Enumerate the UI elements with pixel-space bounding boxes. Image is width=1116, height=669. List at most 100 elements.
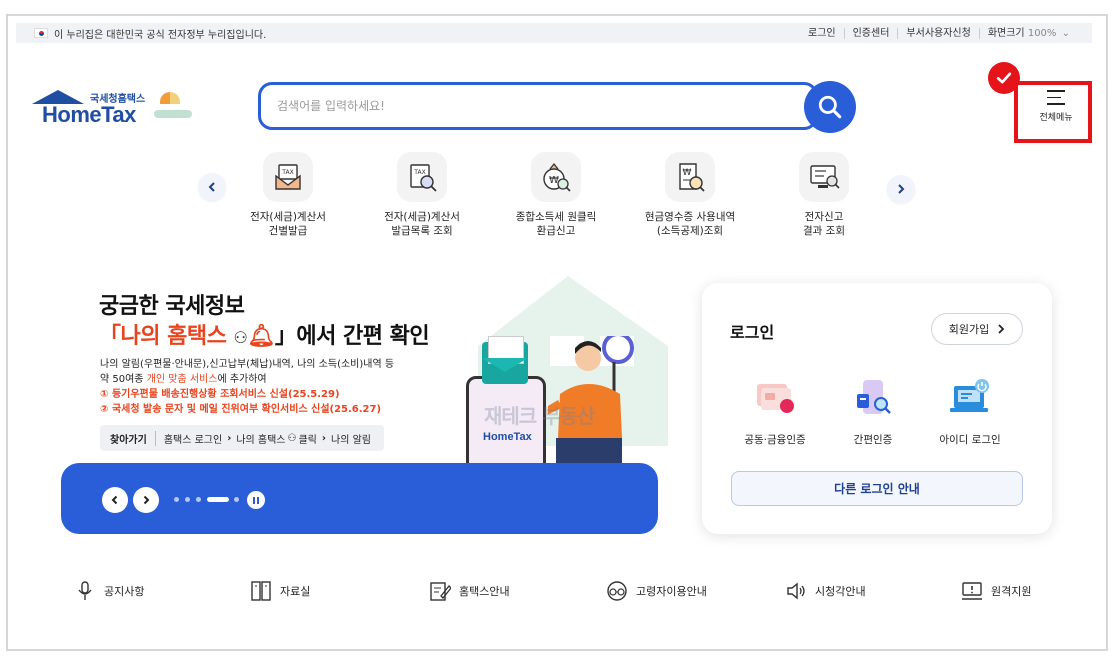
bottom-link-notice[interactable]: 공지사항 (74, 580, 144, 602)
quick-menu-item[interactable]: TAX 전자(세금)계산서 발급목록 조회 (352, 152, 492, 238)
quick-menu-item[interactable]: TAX 전자(세금)계산서건별발급 (218, 152, 358, 238)
quick-menu-line2: 결과 조회 (803, 225, 845, 237)
path-step: 클릭 (298, 434, 317, 446)
bottom-link-remote[interactable]: 원격지원 (961, 580, 1031, 602)
cash-receipt-search-icon: ₩ (665, 152, 715, 202)
signup-label: 회원가입 (948, 323, 990, 336)
chevron-right-icon (898, 184, 905, 194)
cert-login-option[interactable]: 공동·금융인증 (725, 376, 825, 447)
invoice-issue-icon: TAX (263, 152, 313, 202)
dept-user-link[interactable]: 부서사용자신청 (897, 27, 978, 39)
income-tax-refund-icon: ₩ (531, 152, 581, 202)
tax-invoice-search-icon: TAX (397, 152, 447, 202)
quick-menu-line2: 환급신고 (536, 225, 576, 237)
zoom-control[interactable]: 화면크기 100% ⌄ (978, 27, 1078, 39)
korea-flag-icon (34, 28, 48, 38)
quick-menu-line1: 전자(세금)계산서 (250, 211, 326, 223)
other-login-button[interactable]: 다른 로그인 안내 (731, 471, 1023, 506)
chevron-left-icon (208, 182, 215, 192)
login-link[interactable]: 로그인 (800, 28, 844, 39)
cert-login-label: 공동·금융인증 (744, 434, 806, 446)
bottom-link-label: 시청각안내 (815, 585, 866, 598)
banner-prev-button[interactable] (102, 487, 128, 513)
path-step: 홈택스 로그인 (163, 434, 223, 446)
banner-note-2: ② 국세청 발송 문자 및 메일 진위여부 확인서비스 신설(25.6.27) (100, 404, 382, 415)
banner-dot[interactable] (185, 497, 190, 502)
check-badge-icon (988, 62, 1020, 94)
quick-menu-item[interactable]: ₩ 현금영수증 사용내역 (소득공제)조회 (620, 152, 760, 238)
microphone-icon (78, 581, 92, 600)
banner-path-guide: 찾아가기 홈택스 로그인 › 나의 홈택스 ⚇ 클릭 › 나의 알림 (100, 425, 384, 451)
quick-menu-line1: 종합소득세 원클릭 (515, 211, 597, 223)
quick-menu-item[interactable]: ₩ 종합소득세 원클릭환급신고 (486, 152, 626, 238)
bottom-link-archive[interactable]: 자료실 (250, 580, 310, 602)
banner-dot[interactable] (234, 497, 239, 502)
svg-text:TAX: TAX (281, 169, 293, 176)
person-bell-icon: ⚇ (233, 328, 248, 347)
logo-brand: HomeTax (42, 102, 136, 127)
banner-dot[interactable] (174, 497, 179, 502)
banner-note-1: ① 등기우편물 배송진행상황 조회서비스 신설(25.5.29) (100, 389, 340, 400)
simple-auth-label: 간편인증 (853, 434, 893, 446)
cert-center-link[interactable]: 인증센터 (843, 27, 898, 39)
quick-menu-item[interactable]: 전자신고 결과 조회 (754, 152, 894, 238)
e-filing-result-icon (799, 152, 849, 202)
id-login-option[interactable]: 아이디 로그인 (920, 376, 1020, 447)
path-label: 찾아가기 (110, 430, 156, 446)
speaker-icon (787, 582, 805, 600)
banner-subtitle: 「나의 홈택스 ⚇🔔︎」에서 간편 확인 (99, 324, 430, 349)
utility-links: 로그인 인증센터 부서사용자신청 화면크기 100% ⌄ (800, 27, 1092, 39)
gov-notice-text: 이 누리집은 대한민국 공식 전자정부 누리집입니다. (54, 29, 267, 41)
banner-desc-line2-pre: 약 50여종 (100, 374, 147, 385)
banner-next-button[interactable] (133, 487, 159, 513)
bottom-link-label: 홈택스안내 (459, 585, 510, 598)
search-box (258, 82, 818, 130)
quick-menu-line1: 전자(세금)계산서 (384, 211, 460, 223)
id-login-icon (950, 379, 989, 412)
chevron-right-icon (998, 324, 1005, 334)
path-step: 나의 알림 (331, 434, 371, 446)
umbrella-icon (160, 92, 180, 104)
hamburger-icon (1047, 90, 1065, 105)
chevron-right-icon (143, 495, 150, 505)
guide-icon (430, 582, 451, 601)
banner-dot[interactable] (196, 497, 201, 502)
pause-icon (253, 496, 255, 504)
chevron-right-icon: › (321, 432, 327, 444)
bottom-link-label: 자료실 (280, 585, 311, 598)
signup-button[interactable]: 회원가입 (931, 313, 1023, 345)
envelope-icon (482, 336, 528, 384)
chevron-right-icon: › (227, 432, 232, 444)
search-input[interactable] (277, 95, 777, 117)
remote-support-icon (962, 582, 982, 600)
simple-auth-option[interactable]: 간편인증 (823, 376, 923, 447)
search-button[interactable] (804, 81, 856, 133)
banner-desc-highlight: 개인 맞춤 서비스 (146, 374, 218, 385)
senior-icon (607, 581, 627, 601)
banner-desc-line1: 나의 알림(우편물·안내문),신고납부(체납)내역, 나의 소득(소비)내역 등 (100, 359, 395, 370)
bottom-link-guide[interactable]: 홈택스안내 (429, 580, 510, 602)
watermark-text: 재테크 부동산 (484, 404, 595, 428)
banner-dot-active[interactable] (207, 497, 229, 502)
simple-auth-icon (857, 380, 891, 414)
quick-menu-line2: 건별발급 (268, 225, 308, 237)
bottom-link-senior[interactable]: 고령자이용안내 (606, 580, 707, 602)
beach-icon (154, 110, 192, 118)
quick-menu-line2: (소득공제)조회 (656, 225, 724, 237)
banner-subtitle-post: 」에서 간편 확인 (274, 324, 430, 349)
archive-icon (251, 581, 271, 601)
zoom-label: 화면크기 (987, 27, 1025, 39)
chevron-down-icon: ⌄ (1061, 27, 1070, 39)
full-menu-button[interactable]: 전체메뉴 (1030, 88, 1082, 130)
login-title: 로그인 (730, 323, 775, 342)
banner-highlight: 「나의 홈택스 (99, 324, 227, 349)
hometax-logo[interactable]: 국세청홈택스 HomeTax (32, 88, 197, 128)
gov-notice-bar: 이 누리집은 대한민국 공식 전자정부 누리집입니다. 로그인 인증센터 부서사… (16, 23, 1092, 43)
svg-text:TAX: TAX (413, 169, 425, 176)
bottom-link-label: 원격지원 (991, 585, 1032, 598)
banner-pause-button[interactable] (247, 491, 265, 509)
path-step: 나의 홈택스 (236, 434, 286, 446)
banner-desc-line2-post: 에 추가하여 (217, 374, 267, 385)
bottom-link-label: 고령자이용안내 (636, 585, 707, 598)
bottom-link-audiovisual[interactable]: 시청각안내 (785, 580, 866, 602)
